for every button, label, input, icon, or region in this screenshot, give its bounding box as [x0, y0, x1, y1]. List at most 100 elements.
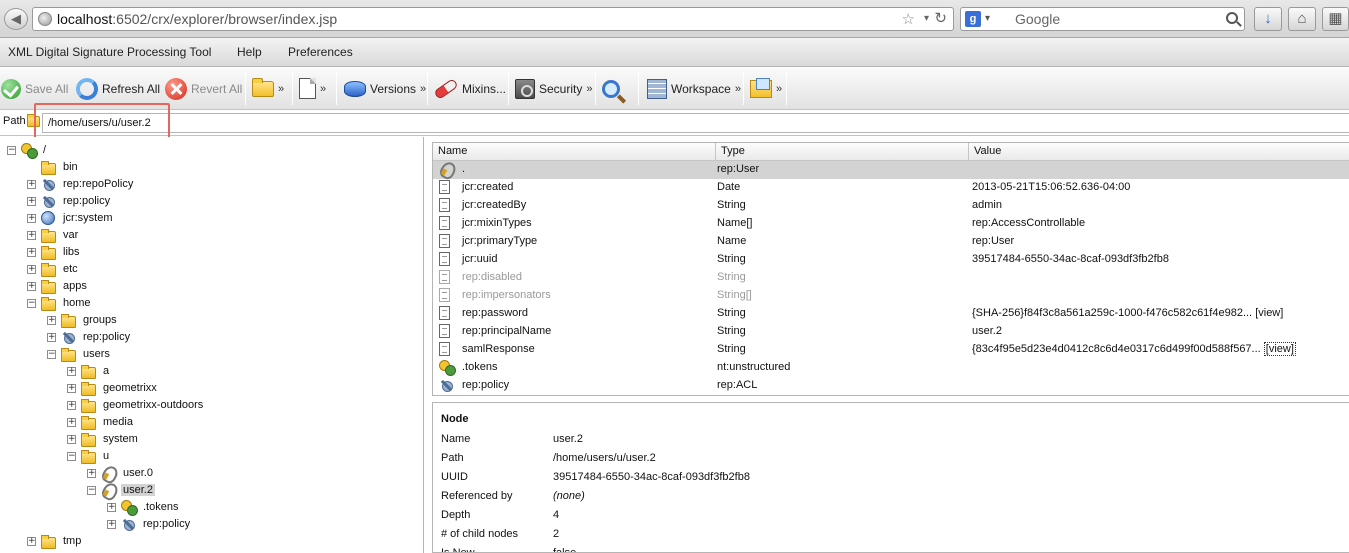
repository-tree[interactable]: − / bin + rep:repoPolicy + rep:policy + jcr:syst… — [0, 137, 424, 553]
tree-node-label[interactable]: var — [61, 229, 80, 241]
property-row[interactable]: . rep:User — [433, 161, 1349, 179]
workspace-button[interactable]: Workspace » — [647, 67, 741, 110]
tree-node-label[interactable]: tmp — [61, 535, 83, 547]
property-icon — [439, 216, 450, 230]
tree-node-label[interactable]: / — [41, 144, 48, 156]
search-icon[interactable] — [1226, 12, 1238, 24]
tree-node-label[interactable]: user.2 — [121, 484, 155, 496]
tokens-icon — [121, 500, 138, 516]
property-row[interactable]: rep:disabled String — [433, 269, 1349, 287]
expand-toggle[interactable]: + — [47, 333, 56, 342]
expand-toggle[interactable]: + — [67, 384, 76, 393]
address-bar[interactable]: localhost:6502/crx/explorer/browser/inde… — [32, 7, 954, 31]
property-row[interactable]: rep:policy rep:ACL — [433, 377, 1349, 395]
download-arrow-icon[interactable]: ↓ — [1254, 7, 1282, 31]
expand-toggle[interactable]: + — [47, 316, 56, 325]
tree-node-label[interactable]: u — [101, 450, 111, 462]
property-row[interactable]: jcr:uuid String 39517484-6550-34ac-8caf-09… — [433, 251, 1349, 269]
tree-node-label[interactable]: etc — [61, 263, 80, 275]
expand-toggle[interactable]: + — [87, 469, 96, 478]
property-row[interactable]: rep:impersonators String[] — [433, 287, 1349, 305]
back-button[interactable]: ◀ — [4, 8, 28, 30]
tree-node-label[interactable]: rep:policy — [61, 195, 112, 207]
folder-menu-button[interactable]: » — [252, 67, 284, 110]
collapse-toggle[interactable]: − — [7, 146, 16, 155]
tree-node-label[interactable]: a — [101, 365, 111, 377]
expand-toggle[interactable]: + — [67, 367, 76, 376]
expand-toggle[interactable]: + — [107, 520, 116, 529]
collapse-toggle[interactable]: − — [27, 299, 36, 308]
tree-node-label[interactable]: users — [81, 348, 112, 360]
tree-node-label[interactable]: rep:policy — [141, 518, 192, 530]
property-type: Date — [717, 181, 741, 193]
search-engine-dropdown-icon[interactable]: ▾ — [985, 8, 990, 30]
column-header-value[interactable]: Value — [969, 143, 1349, 161]
tree-node-label[interactable]: user.0 — [121, 467, 155, 479]
web-search-box[interactable]: g ▾ Google — [960, 7, 1245, 31]
property-row[interactable]: samlResponse String {83c4f95e5d23e4d0412c8… — [433, 341, 1349, 359]
tree-node-label[interactable]: rep:policy — [81, 331, 132, 343]
tree-node-label[interactable]: geometrixx-outdoors — [101, 399, 205, 411]
search-engine-icon[interactable]: g — [965, 11, 981, 27]
property-row[interactable]: jcr:primaryType Name rep:User — [433, 233, 1349, 251]
expand-toggle[interactable]: + — [67, 401, 76, 410]
tree-node-label[interactable]: libs — [61, 246, 82, 258]
view-link[interactable]: [view] — [1263, 342, 1296, 356]
tree-node-label[interactable]: geometrixx — [101, 382, 159, 394]
expand-toggle[interactable]: + — [67, 435, 76, 444]
tree-node-label[interactable]: home — [61, 297, 93, 309]
node-info-value: false — [553, 547, 577, 553]
property-row[interactable]: jcr:createdBy String admin — [433, 197, 1349, 215]
expand-toggle[interactable]: + — [27, 537, 36, 546]
url-host: localhost — [57, 11, 113, 27]
view-link[interactable]: [view] — [1255, 307, 1283, 319]
site-identity-icon[interactable] — [38, 12, 52, 26]
collapse-toggle[interactable]: − — [87, 486, 96, 495]
expand-toggle[interactable]: + — [27, 214, 36, 223]
expand-toggle[interactable]: + — [27, 282, 36, 291]
tree-node-label[interactable]: groups — [81, 314, 119, 326]
save-check-icon — [1, 78, 21, 99]
tree-node-label[interactable]: media — [101, 416, 135, 428]
expand-toggle[interactable]: + — [27, 248, 36, 257]
extension-button[interactable]: ▦ — [1322, 7, 1349, 31]
tools-menu-button[interactable]: » — [750, 67, 782, 110]
property-row[interactable]: jcr:mixinTypes Name[] rep:AccessControllab… — [433, 215, 1349, 233]
search-button[interactable] — [602, 67, 620, 110]
expand-toggle[interactable]: + — [27, 265, 36, 274]
expand-toggle[interactable]: + — [27, 197, 36, 206]
column-header-type[interactable]: Type — [716, 143, 969, 161]
property-row[interactable]: jcr:created Date 2013-05-21T15:06:52.636-0… — [433, 179, 1349, 197]
bookmark-star-icon[interactable]: ☆ — [902, 9, 915, 31]
tree-node-label[interactable]: rep:repoPolicy — [61, 178, 135, 190]
tree-node-label[interactable]: jcr:system — [61, 212, 115, 224]
security-button[interactable]: Security » — [515, 67, 592, 110]
url-history-dropdown-icon[interactable]: ▾ — [924, 8, 929, 30]
collapse-toggle[interactable]: − — [47, 350, 56, 359]
property-row[interactable]: rep:password String {SHA-256}f84f3c8a561a2… — [433, 305, 1349, 323]
tree-node-label[interactable]: system — [101, 433, 140, 445]
document-menu-button[interactable]: » — [299, 67, 326, 110]
tree-node-label[interactable]: bin — [61, 161, 80, 173]
property-row[interactable]: .tokens nt:unstructured — [433, 359, 1349, 377]
expand-toggle[interactable]: + — [107, 503, 116, 512]
menu-xml-signature-tool[interactable]: XML Digital Signature Processing Tool — [8, 38, 211, 67]
reload-icon[interactable]: ↻ — [934, 8, 947, 30]
mixins-button[interactable]: Mixins... — [433, 67, 506, 110]
path-input[interactable]: /home/users/u/user.2 — [42, 113, 1349, 133]
collapse-toggle[interactable]: − — [67, 452, 76, 461]
expand-toggle[interactable]: + — [27, 231, 36, 240]
versions-button[interactable]: Versions » — [344, 67, 426, 110]
menu-help[interactable]: Help — [237, 38, 262, 67]
expand-toggle[interactable]: + — [27, 180, 36, 189]
folder-icon — [41, 228, 56, 243]
tree-node-label[interactable]: apps — [61, 280, 89, 292]
home-icon[interactable]: ⌂ — [1288, 7, 1316, 31]
revert-all-button[interactable]: Revert All — [165, 67, 242, 110]
expand-toggle[interactable]: + — [67, 418, 76, 427]
tree-node-label[interactable]: .tokens — [141, 501, 180, 513]
column-header-name[interactable]: Name — [433, 143, 716, 161]
folder-icon — [61, 347, 76, 362]
menu-preferences[interactable]: Preferences — [288, 38, 353, 67]
property-row[interactable]: rep:principalName String user.2 — [433, 323, 1349, 341]
